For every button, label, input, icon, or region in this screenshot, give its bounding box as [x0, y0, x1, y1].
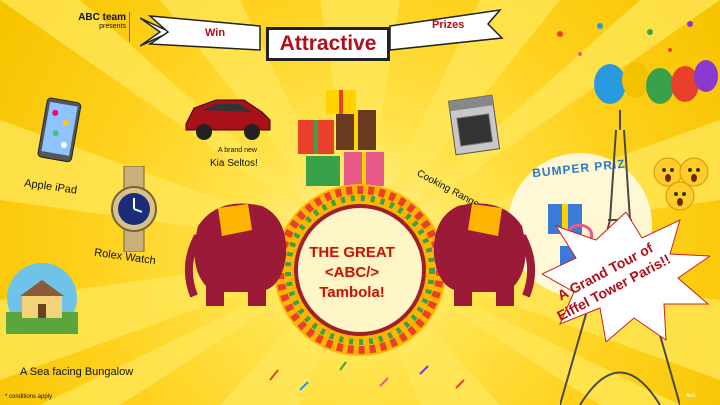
author-credit: AvG	[686, 393, 696, 399]
stove-icon	[447, 94, 501, 156]
house-icon	[6, 263, 78, 334]
banner-left-text: Win	[205, 27, 226, 39]
presenter-credit: ABC team presents	[70, 12, 126, 30]
divider	[129, 12, 130, 42]
event-title: THE GREAT <ABC/> Tambola!	[272, 243, 432, 303]
watch-icon	[111, 166, 157, 252]
event-title-line1: THE GREAT	[309, 244, 395, 261]
confetti-decoration	[269, 361, 465, 391]
conditions-note: * conditions apply	[5, 394, 53, 400]
slide: ABC team presents Win Prizes Attractive …	[0, 0, 720, 405]
balloons-icon	[557, 21, 718, 104]
banner-right-text: Prizes	[432, 19, 465, 31]
event-title-line3: Tambola!	[319, 284, 385, 301]
event-title-line2: <ABC/>	[324, 264, 380, 281]
car-icon	[185, 99, 271, 140]
banner-title: Attractive	[266, 27, 390, 61]
presents-label: presents	[99, 23, 126, 30]
ipad-icon	[37, 97, 82, 163]
bungalow-label: A Sea facing Bungalow	[20, 366, 134, 378]
team-name: ABC team	[78, 12, 126, 23]
kia-label-line1: A brand new	[218, 147, 257, 154]
elephant-right-icon	[433, 203, 536, 306]
